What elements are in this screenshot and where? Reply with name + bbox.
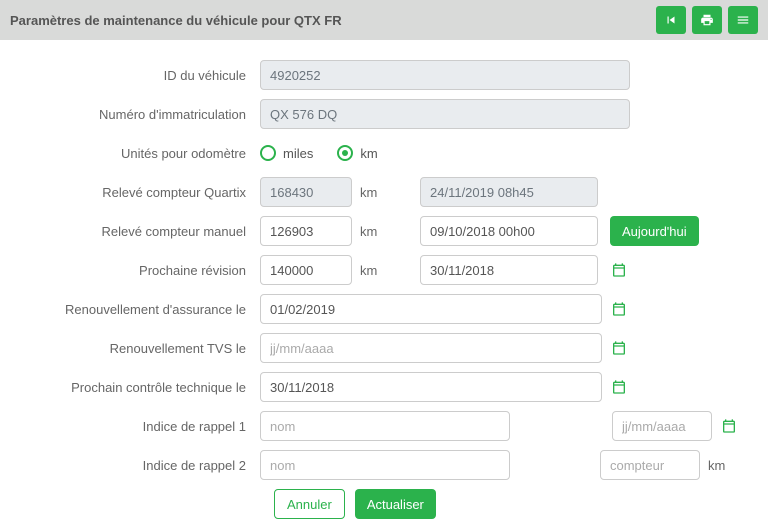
reminder1-label: Indice de rappel 1: [30, 419, 260, 434]
print-icon: [700, 13, 714, 27]
registration-label: Numéro d'immatriculation: [30, 107, 260, 122]
calendar-icon[interactable]: [610, 261, 628, 279]
quartix-date-field: [420, 177, 598, 207]
update-button[interactable]: Actualiser: [355, 489, 436, 519]
skip-back-icon: [664, 13, 678, 27]
reminder2-counter-field[interactable]: [600, 450, 700, 480]
reminder2-label: Indice de rappel 2: [30, 458, 260, 473]
radio-icon: [260, 145, 276, 161]
vehicle-id-label: ID du véhicule: [30, 68, 260, 83]
insurance-renewal-label: Renouvellement d'assurance le: [30, 302, 260, 317]
manual-reading-label: Relevé compteur manuel: [30, 224, 260, 239]
menu-button[interactable]: [728, 6, 758, 34]
radio-miles-label: miles: [283, 146, 313, 161]
tvs-renewal-label: Renouvellement TVS le: [30, 341, 260, 356]
inspection-date-field[interactable]: [260, 372, 602, 402]
manual-date-field[interactable]: [420, 216, 598, 246]
first-button[interactable]: [656, 6, 686, 34]
page-title: Paramètres de maintenance du véhicule po…: [10, 13, 342, 28]
tvs-date-field[interactable]: [260, 333, 602, 363]
calendar-icon[interactable]: [610, 339, 628, 357]
registration-field: [260, 99, 630, 129]
radio-miles[interactable]: miles: [260, 145, 313, 161]
unit-label: km: [360, 263, 390, 278]
next-inspection-label: Prochain contrôle technique le: [30, 380, 260, 395]
print-button[interactable]: [692, 6, 722, 34]
radio-km[interactable]: km: [337, 145, 377, 161]
reminder1-name-field[interactable]: [260, 411, 510, 441]
calendar-icon[interactable]: [720, 417, 738, 435]
insurance-date-field[interactable]: [260, 294, 602, 324]
reminder2-name-field[interactable]: [260, 450, 510, 480]
reminder1-date-field[interactable]: [612, 411, 712, 441]
vehicle-id-field: [260, 60, 630, 90]
today-button[interactable]: Aujourd'hui: [610, 216, 699, 246]
next-service-date-field[interactable]: [420, 255, 598, 285]
manual-odo-field[interactable]: [260, 216, 352, 246]
unit-label: km: [708, 458, 738, 473]
calendar-icon[interactable]: [610, 378, 628, 396]
radio-km-label: km: [360, 146, 377, 161]
next-service-label: Prochaine révision: [30, 263, 260, 278]
calendar-icon[interactable]: [610, 300, 628, 318]
odo-units-label: Unités pour odomètre: [30, 146, 260, 161]
quartix-reading-label: Relevé compteur Quartix: [30, 185, 260, 200]
unit-label: km: [360, 185, 390, 200]
menu-icon: [736, 13, 750, 27]
radio-icon: [337, 145, 353, 161]
cancel-button[interactable]: Annuler: [274, 489, 345, 519]
quartix-odo-field: [260, 177, 352, 207]
next-service-odo-field[interactable]: [260, 255, 352, 285]
unit-label: km: [360, 224, 390, 239]
